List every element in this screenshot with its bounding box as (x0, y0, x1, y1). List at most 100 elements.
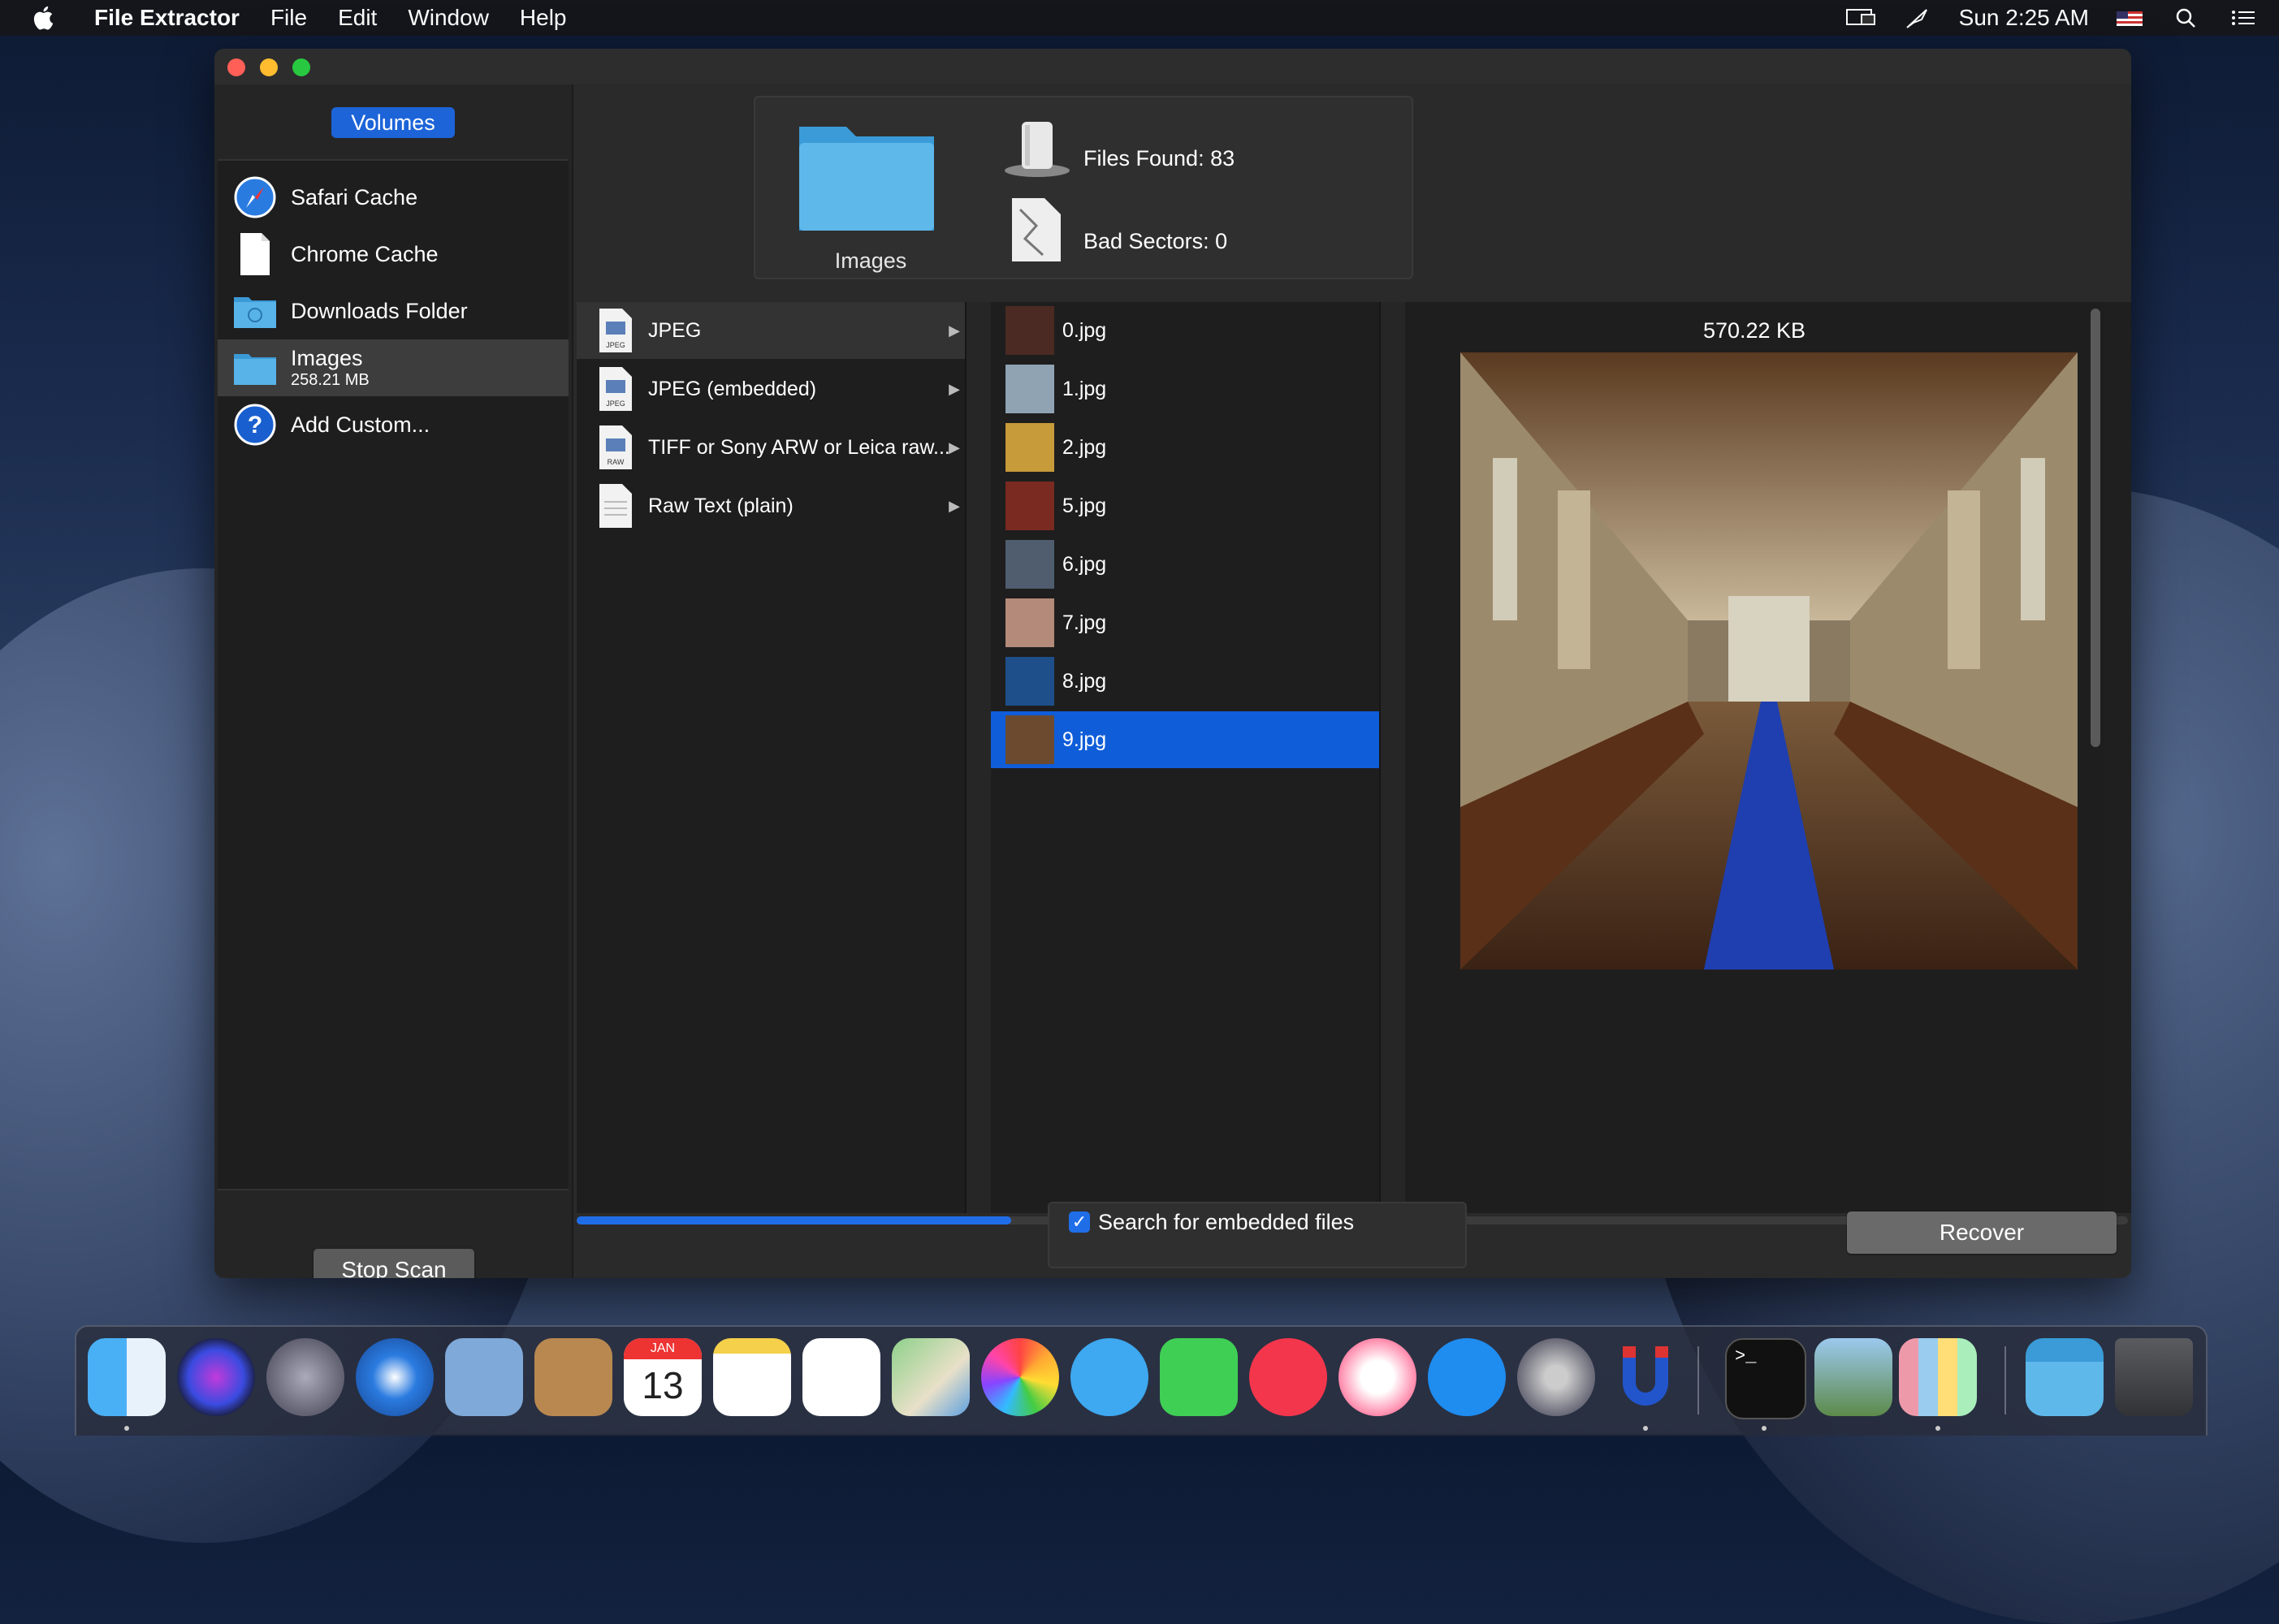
menu-bar: File Extractor File Edit Window Help Sun… (0, 0, 2279, 36)
minimize-window-button[interactable] (260, 58, 278, 76)
running-indicator (124, 1426, 129, 1431)
safari-icon[interactable] (356, 1338, 434, 1416)
app-store-icon[interactable] (1428, 1338, 1506, 1416)
volumes-sidebar: Volumes Safari Cache Chrome Cache Downlo… (214, 84, 573, 1278)
file-row-selected[interactable]: 9.jpg (991, 711, 1379, 768)
volume-item-downloads-folder[interactable]: Downloads Folder (218, 283, 569, 339)
bad-sectors-stat: Bad Sectors: 0 (1083, 229, 1227, 254)
folder-icon (231, 345, 279, 391)
file-row[interactable]: 8.jpg (991, 653, 1379, 710)
calendar-day: 13 (642, 1364, 684, 1406)
scan-progress-fill (577, 1216, 1011, 1224)
siri-icon[interactable] (177, 1338, 255, 1416)
image-preview-pane: 570.22 KB (1405, 302, 2104, 1213)
file-type-row-raw-text[interactable]: Raw Text (plain) ▶ (577, 477, 965, 534)
spotlight-search-icon[interactable] (2170, 6, 2203, 29)
file-type-row-jpeg-embedded[interactable]: JPEG JPEG (embedded) ▶ (577, 361, 965, 417)
volume-size: 258.21 MB (291, 371, 370, 389)
file-extractor-magnet-icon[interactable] (1607, 1338, 1684, 1416)
file-name: 6.jpg (1062, 552, 1107, 576)
volumes-header: Volumes (331, 107, 455, 138)
volume-name: Images (291, 346, 363, 370)
app-name-menu[interactable]: File Extractor (94, 5, 240, 31)
notes-icon[interactable] (713, 1338, 791, 1416)
app-grid-icon[interactable] (1899, 1338, 1977, 1416)
messages-icon[interactable] (1070, 1338, 1148, 1416)
recover-button[interactable]: Recover (1847, 1212, 2117, 1254)
volume-item-safari-cache[interactable]: Safari Cache (218, 169, 569, 226)
files-found-label: Files Found: (1083, 146, 1204, 171)
menu-edit[interactable]: Edit (338, 5, 377, 31)
menu-help[interactable]: Help (520, 5, 567, 31)
system-preferences-icon[interactable] (1517, 1338, 1595, 1416)
preview-icon[interactable] (1814, 1338, 1892, 1416)
mail-icon[interactable] (445, 1338, 523, 1416)
file-type-row-jpeg[interactable]: JPEG JPEG ▶ (577, 302, 965, 359)
reminders-icon[interactable] (802, 1338, 880, 1416)
file-type-label: JPEG (embedded) (648, 377, 817, 400)
notification-center-icon[interactable] (2227, 6, 2260, 29)
volume-item-chrome-cache[interactable]: Chrome Cache (218, 226, 569, 283)
file-row[interactable]: 6.jpg (991, 536, 1379, 593)
dock-separator (1697, 1346, 1699, 1415)
volume-label: Downloads Folder (291, 298, 468, 323)
file-row[interactable]: 7.jpg (991, 594, 1379, 651)
display-mirror-icon[interactable] (1845, 6, 1878, 29)
file-name: 1.jpg (1062, 377, 1107, 400)
stop-scan-button[interactable]: Stop Scan (314, 1249, 474, 1278)
jpeg-file-icon: JPEG (599, 309, 632, 352)
column-divider[interactable] (1379, 302, 1407, 1213)
menubar-clock[interactable]: Sun 2:25 AM (1959, 5, 2089, 31)
music-icon[interactable] (1338, 1338, 1416, 1416)
file-row[interactable]: 0.jpg (991, 302, 1379, 359)
large-folder-icon (799, 127, 934, 231)
facetime-icon[interactable] (1160, 1338, 1238, 1416)
preview-scrollbar[interactable] (2091, 309, 2100, 747)
file-extractor-window: Volumes Safari Cache Chrome Cache Downlo… (214, 49, 2131, 1278)
image-thumbnail (1005, 540, 1054, 589)
volume-item-add-custom[interactable]: ? Add Custom... (218, 396, 569, 453)
file-type-row-raw[interactable]: RAW TIFF or Sony ARW or Leica raw... ▶ (577, 419, 965, 476)
launchpad-icon[interactable] (266, 1338, 344, 1416)
file-name: 8.jpg (1062, 669, 1107, 693)
menu-file[interactable]: File (270, 5, 307, 31)
file-row[interactable]: 2.jpg (991, 419, 1379, 476)
maps-icon[interactable] (892, 1338, 970, 1416)
image-thumbnail (1005, 306, 1054, 355)
us-flag-icon[interactable] (2113, 6, 2146, 29)
close-window-button[interactable] (227, 58, 245, 76)
embedded-files-option: ✓ Search for embedded files (1048, 1202, 1467, 1268)
volume-item-images[interactable]: Images 258.21 MB (218, 339, 569, 396)
downloads-folder-icon (231, 288, 279, 334)
volume-label: Safari Cache (291, 184, 418, 209)
file-name: 2.jpg (1062, 435, 1107, 459)
image-thumbnail (1005, 715, 1054, 764)
column-divider[interactable] (965, 302, 992, 1213)
finder-icon[interactable] (88, 1338, 166, 1416)
menu-window[interactable]: Window (408, 5, 489, 31)
running-indicator (1935, 1426, 1940, 1431)
file-row[interactable]: 1.jpg (991, 361, 1379, 417)
downloads-stack-icon[interactable] (2026, 1338, 2104, 1416)
calendar-icon[interactable]: JAN 13 (624, 1338, 702, 1416)
files-found-stat: Files Found: 83 (1083, 146, 1235, 171)
image-thumbnail (1005, 657, 1054, 706)
contacts-icon[interactable] (534, 1338, 612, 1416)
running-indicator (1762, 1426, 1767, 1431)
safari-compass-icon (231, 175, 279, 220)
bad-sectors-label: Bad Sectors: (1083, 229, 1209, 253)
image-thumbnail (1005, 423, 1054, 472)
svg-text:?: ? (248, 412, 262, 438)
image-thumbnail (1005, 365, 1054, 413)
trash-icon[interactable] (2115, 1338, 2193, 1416)
file-row[interactable]: 5.jpg (991, 477, 1379, 534)
title-bar[interactable] (214, 49, 2131, 84)
apple-menu-icon[interactable] (31, 4, 58, 32)
embedded-files-checkbox[interactable]: ✓ (1069, 1212, 1090, 1233)
terminal-icon[interactable]: >_ (1725, 1338, 1806, 1419)
raw-file-icon: RAW (599, 425, 632, 469)
feather-icon[interactable] (1902, 6, 1935, 29)
zoom-window-button[interactable] (292, 58, 310, 76)
photos-icon[interactable] (981, 1338, 1059, 1416)
news-icon[interactable] (1249, 1338, 1327, 1416)
